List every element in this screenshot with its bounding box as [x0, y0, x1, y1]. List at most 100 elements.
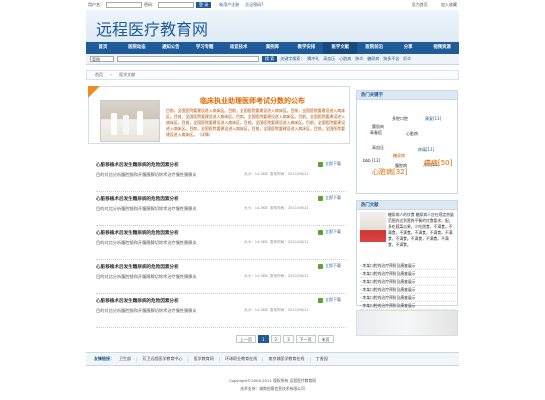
hot-doc-item[interactable]: · 李某口腔的治疗预防及康复展示	[360, 270, 456, 278]
hot-word-link[interactable]: 糖尿病	[367, 56, 379, 62]
nav-item-8[interactable]: 医院前沿	[357, 42, 391, 54]
site-logo[interactable]: 远程医疗教育网	[96, 16, 208, 40]
footer-support: 技术支持：湖南创意信息技术有限公司	[240, 386, 305, 391]
friend-link[interactable]: 环球职业教育在线	[225, 356, 257, 362]
hot-word-link[interactable]: 心脏病	[339, 56, 351, 62]
tag-link[interactable]: 心脏病	[406, 131, 418, 137]
article-title[interactable]: 心脏移植术后发生糖尿病的危险因素分析	[96, 230, 179, 236]
tag-link[interactable]: 多腔口腔	[392, 116, 408, 122]
tag-link[interactable]: 青春痘	[370, 130, 382, 136]
password-label: 密码：	[144, 2, 156, 7]
hot-doc-item[interactable]: · 李某口腔的治疗预防及康复展示	[360, 286, 456, 294]
friend-link[interactable]: 医学教育网	[194, 356, 214, 362]
article-desc: 目的对比分析腹腔镜和开腹胰腺切除术治疗慢性胰腺炎	[96, 206, 197, 211]
nav-item-7[interactable]: 医学文献	[323, 42, 358, 54]
nav-item-2[interactable]: 通知公告	[154, 42, 188, 54]
last-page-button[interactable]: 末页	[317, 335, 334, 343]
featured-title[interactable]: 临床执业助理医师考试分数的公布	[200, 96, 305, 106]
page-2-button[interactable]: 2	[270, 335, 282, 343]
page-3-button[interactable]: 3	[283, 335, 294, 343]
link-separator: |	[218, 356, 221, 362]
friend-link[interactable]: 芳卫远程医学教育中心	[142, 356, 182, 362]
nav-item-0[interactable]: 首页	[86, 42, 120, 54]
article-title[interactable]: 心脏移植术后发生糖尿病的危险因素分析	[96, 196, 179, 202]
article-row: 心脏移植术后发生糖尿病的危险因素分析 目的对比分析腹腔镜和开腹胰腺切除术治疗慢性胰…	[96, 161, 346, 192]
hot-doc-item[interactable]: · 李某口腔的治疗预防及康复展示	[360, 294, 456, 302]
download-button[interactable]: 立即下载	[318, 229, 341, 235]
nav-item-1[interactable]: 医院动态	[120, 42, 154, 54]
tag-link[interactable]: 高血压	[372, 145, 384, 151]
hot-word-link[interactable]: 高血压	[323, 56, 335, 62]
tag-link[interactable]: bbb [13]	[363, 158, 380, 163]
article-title[interactable]: 心脏移植术后发生糖尿病的危险因素分析	[96, 298, 179, 304]
friend-link[interactable]: 南京城医学教育在线	[268, 356, 304, 362]
hot-doc-item[interactable]: · 李某口腔的治疗预防及康复展示	[360, 262, 456, 270]
download-label: 立即下载	[325, 297, 341, 302]
featured-description: 目前，全国医院要建设进入病床区。目前，全国医院要建设进入病床区。目前，全国医院要…	[166, 108, 345, 137]
search-button[interactable]: 搜 索	[262, 56, 278, 62]
download-label: 立即下载	[325, 161, 341, 166]
hot-word-link[interactable]: 肺炎	[355, 56, 363, 62]
next-page-button[interactable]: 下一页	[295, 335, 316, 343]
password-input[interactable]	[158, 2, 194, 8]
tag-link[interactable]: 腰肌肉	[372, 124, 384, 130]
nav-item-3[interactable]: 学习专题	[188, 42, 222, 54]
search-category-select[interactable]: 案例	[90, 56, 114, 62]
tag-link[interactable]: 心脏病[32]	[372, 167, 407, 177]
article-date: 发布时间：2011/06/11	[269, 240, 309, 244]
breadcrumb-home[interactable]: 首页	[95, 72, 103, 77]
breadcrumb-separator: ›	[110, 72, 112, 77]
username-input[interactable]	[106, 2, 142, 8]
friend-links-label: 友情链接：	[94, 356, 114, 361]
download-button[interactable]: 立即下载	[318, 161, 341, 167]
featured-image[interactable]	[100, 100, 160, 142]
register-link[interactable]: 新用户注册	[219, 2, 239, 8]
hot-word-link[interactable]: 狗多不苦	[383, 56, 399, 62]
pagination: 上一页 1 2 3 下一页 末页	[236, 335, 334, 343]
article-size: 大小：14.3KB	[244, 308, 268, 312]
download-icon	[318, 297, 323, 303]
hot-word-link[interactable]: 肝炎	[403, 56, 411, 62]
top-right-links: 设为首页 加入收藏	[400, 2, 457, 8]
article-meta: 大小：14.3KB 发布时间：2011/06/11	[244, 240, 309, 245]
nav-item-9[interactable]: 分享	[391, 42, 425, 54]
set-homepage-link[interactable]: 设为首页	[412, 2, 428, 7]
hot-doc-image[interactable]	[360, 212, 386, 242]
page-1-button[interactable]: 1	[258, 335, 269, 343]
tag-link[interactable]: 康复[11]	[425, 116, 441, 122]
tag-link[interactable]: 疼痛[11]	[418, 147, 434, 153]
forgot-password-link[interactable]: 忘记密码?	[245, 2, 263, 8]
hot-doc-item[interactable]: · 李某口腔的治疗预防及康复展示	[360, 302, 456, 310]
article-title[interactable]: 心脏移植术后发生糖尿病的危险因素分析	[96, 264, 179, 270]
breadcrumb-current: 医学文献	[119, 72, 136, 77]
download-button[interactable]: 立即下载	[318, 263, 341, 269]
add-favorite-link[interactable]: 加入收藏	[441, 2, 457, 7]
download-icon	[318, 161, 323, 167]
nav-item-10[interactable]: 视频资源	[425, 42, 459, 54]
friend-links-bar: 友情链接： 卫生部 | 芳卫远程医学教育中心 | 医学教育网 | 环球职业教育在线 | 南京城医…	[86, 352, 459, 366]
article-desc: 目的对比分析腹腔镜和开腹胰腺切除术治疗慢性胰腺炎	[96, 274, 197, 279]
friend-link[interactable]: 丁香园	[316, 356, 328, 362]
article-desc: 目的对比分析腹腔镜和开腹胰腺切除术治疗慢性胰腺炎	[96, 308, 197, 313]
article-row: 心脏移植术后发生糖尿病的危险因素分析目的对比分析腹腔镜和开腹胰腺切除术治疗慢性胰…	[96, 263, 346, 294]
tag-link[interactable]: 糖尿病	[393, 153, 405, 159]
search-input[interactable]	[117, 56, 259, 62]
article-size: 大小：14.3KB	[244, 274, 268, 278]
hot-tags-title: 热门关键字	[357, 91, 457, 100]
download-button[interactable]: 立即下载	[318, 297, 341, 303]
article-meta: 大小：14.3KB 发布时间：2011/06/11	[244, 274, 309, 279]
article-desc: 目的对比分析腹腔镜和开腹胰腺切除术治疗慢性胰腺炎	[96, 240, 197, 245]
nav-item-6[interactable]: 教学安排	[289, 42, 323, 54]
hot-doc-item[interactable]: · 李某口腔的治疗预防及康复展示	[360, 278, 456, 286]
hot-word-link[interactable]: 腾冲孔	[307, 56, 319, 62]
prev-page-button[interactable]: 上一页	[236, 335, 256, 343]
nav-item-5[interactable]: 案例库	[256, 42, 290, 54]
article-title[interactable]: 心脏移植术后发生糖尿病的危险因素分析	[96, 162, 179, 168]
sidebar-ad-image[interactable]	[356, 310, 458, 336]
link-separator: |	[187, 356, 189, 362]
login-button[interactable]: 登 录	[196, 2, 212, 8]
tag-link[interactable]: 癌症[50]	[424, 158, 452, 168]
friend-link[interactable]: 卫生部	[119, 356, 131, 362]
nav-item-4[interactable]: 适宜技术	[222, 42, 256, 54]
download-button[interactable]: 立即下载	[318, 195, 341, 201]
